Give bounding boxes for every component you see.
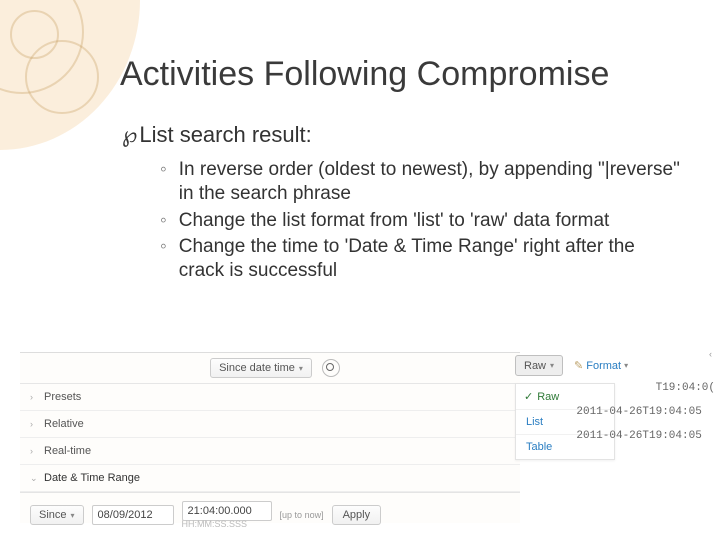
time-range-selector-label: Since date time — [219, 362, 295, 374]
time-row-presets[interactable]: › Presets — [20, 384, 520, 411]
chevron-down-icon: ⌄ — [30, 473, 38, 484]
since-selector-label: Since — [39, 509, 67, 521]
row-label: Relative — [44, 418, 84, 430]
timestamp-row: 2011-04-26T19:04:05 — [576, 406, 715, 418]
sub-bullet: ◦ Change the list format from 'list' to … — [160, 209, 680, 233]
sub-bullet-text: Change the list format from 'list' to 'r… — [179, 209, 610, 233]
apply-button[interactable]: Apply — [332, 505, 382, 525]
bullet1-text: List search result: — [139, 122, 311, 148]
row-label: Date & Time Range — [44, 472, 140, 484]
raw-format-button[interactable]: Raw — [515, 355, 563, 376]
format-menu[interactable]: Format — [567, 355, 635, 376]
time-range-type-list: › Presets › Relative › Real-time ⌄ Date … — [20, 384, 520, 492]
row-label: Presets — [44, 391, 81, 403]
search-icon[interactable] — [322, 359, 340, 377]
date-time-controls: Since 08/09/2012 21:04:00.000 HH:MM:SS.S… — [20, 492, 520, 537]
embedded-ui: Since date time › Presets › Relative › R… — [20, 352, 715, 522]
dropdown-item-label: List — [526, 416, 543, 428]
row-label: Real-time — [44, 445, 91, 457]
format-menu-label: Format — [586, 360, 621, 372]
dropdown-item-label: Raw — [537, 391, 559, 403]
chevron-right-icon: › — [30, 446, 38, 456]
time-row-daterange[interactable]: ⌄ Date & Time Range — [20, 465, 520, 492]
bullet-level1: ℘ List search result: — [122, 122, 680, 148]
scroll-hint-icon: ‹ — [709, 349, 712, 359]
slide-title: Activities Following Compromise — [120, 55, 680, 94]
sub-bullet-text: Change the time to 'Date & Time Range' r… — [179, 235, 680, 283]
sub-bullet: ◦ Change the time to 'Date & Time Range'… — [160, 235, 680, 283]
bullet-glyph-circle: ◦ — [160, 158, 167, 206]
bullet-glyph-circle: ◦ — [160, 235, 167, 283]
pencil-icon — [574, 359, 583, 372]
chevron-right-icon: › — [30, 392, 38, 402]
bullet-glyph-swirl: ℘ — [122, 122, 137, 148]
toolbar: Since date time — [20, 353, 520, 384]
time-row-realtime[interactable]: › Real-time — [20, 438, 520, 465]
results-format-area: ‹ Raw Format Raw List Table — [515, 352, 715, 460]
dropdown-item-label: Table — [526, 441, 552, 453]
time-range-selector[interactable]: Since date time — [210, 358, 312, 378]
time-row-relative[interactable]: › Relative — [20, 411, 520, 438]
timestamp-row: 2011-04-26T19:04:05 — [576, 430, 715, 442]
sub-bullet: ◦ In reverse order (oldest to newest), b… — [160, 158, 680, 206]
raw-format-label: Raw — [524, 360, 546, 372]
chevron-right-icon: › — [30, 419, 38, 429]
since-selector[interactable]: Since — [30, 505, 84, 525]
time-input[interactable]: 21:04:00.000 — [182, 501, 272, 521]
bullet-glyph-circle: ◦ — [160, 209, 167, 233]
upto-now-hint: [up to now] — [280, 510, 324, 520]
date-input[interactable]: 08/09/2012 — [92, 505, 174, 525]
timestamp-row: T19:04:0( — [576, 382, 715, 394]
timestamps-column: T19:04:0( 2011-04-26T19:04:05 2011-04-26… — [576, 377, 715, 454]
time-range-panel: Since date time › Presets › Relative › R… — [20, 352, 520, 523]
sub-bullet-text: In reverse order (oldest to newest), by … — [179, 158, 680, 206]
